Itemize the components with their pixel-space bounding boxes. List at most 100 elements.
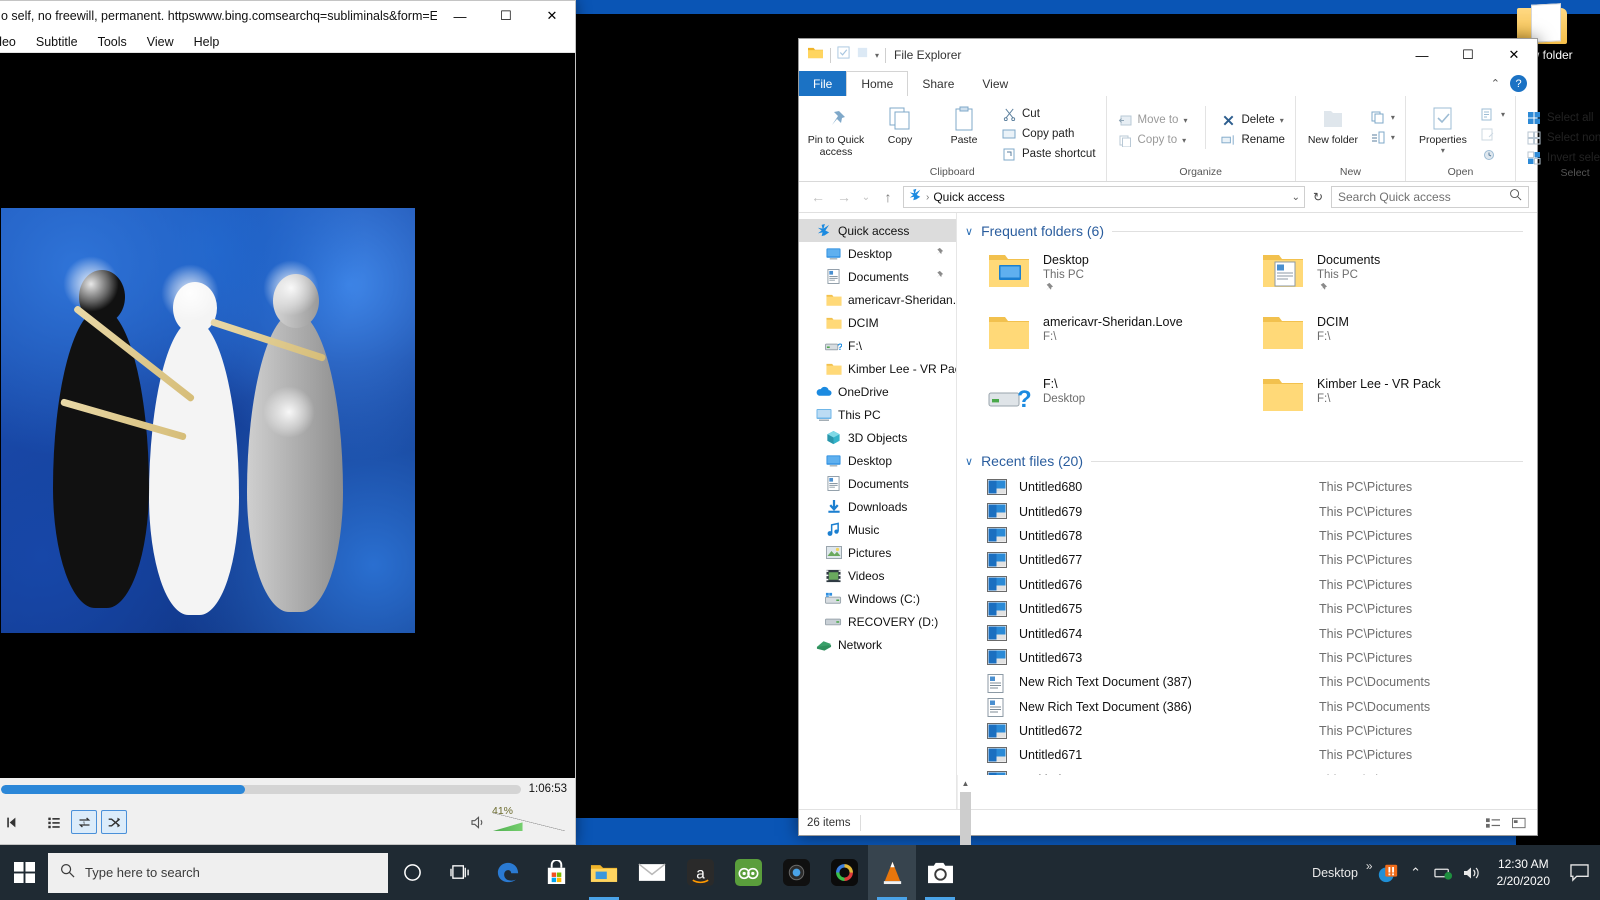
sidebar-item-network[interactable]: Network [799, 633, 956, 656]
ribbon-collapse-button[interactable]: ⌃ [1491, 77, 1500, 90]
recent-file-row[interactable]: Untitled680 This PC\Pictures [957, 475, 1537, 499]
seek-slider[interactable] [1, 784, 521, 794]
properties-chevron-down-icon[interactable]: ▾ [1441, 146, 1445, 155]
qat-dropdown-icon[interactable]: ▾ [875, 51, 879, 60]
explorer-close-button[interactable]: ✕ [1491, 40, 1537, 70]
recent-locations-button[interactable]: ⌄ [859, 186, 873, 208]
frequent-folder-item[interactable]: Documents This PC [1261, 247, 1527, 309]
paste-button[interactable]: Paste [933, 100, 995, 146]
tray-network-icon[interactable] [1431, 845, 1457, 900]
scroll-up-button[interactable]: ▲ [958, 775, 973, 792]
open-with-button[interactable]: ▾ [1476, 105, 1509, 123]
taskbar-color-app[interactable] [820, 845, 868, 900]
recent-file-row[interactable]: Untitled677 This PC\Pictures [957, 548, 1537, 572]
frequent-folder-item[interactable]: Desktop This PC [987, 247, 1253, 309]
file-explorer-window[interactable]: ▾ File Explorer — ☐ ✕ File Home Share Vi… [798, 38, 1600, 900]
tray-desktop-label[interactable]: Desktop [1306, 866, 1364, 880]
system-tray[interactable]: Desktop » ⌃ 12:30 AM 2/20/2020 [1306, 845, 1600, 900]
move-to-button[interactable]: Move to ▾ [1113, 111, 1192, 129]
delete-button[interactable]: Delete ▾ [1216, 111, 1288, 129]
taskbar-vlc[interactable] [868, 845, 916, 900]
sidebar-item-this-pc[interactable]: This PC [799, 403, 956, 426]
easy-access-button[interactable]: ▾ [1366, 128, 1399, 146]
taskbar-edge[interactable] [484, 845, 532, 900]
media-player-maximize-button[interactable]: ☐ [483, 1, 529, 31]
qat-properties-icon[interactable] [837, 46, 850, 64]
address-bar[interactable]: › Quick access ⌄ [903, 186, 1305, 208]
paste-shortcut-button[interactable]: Paste shortcut [997, 145, 1100, 163]
recent-file-row[interactable]: Untitled679 This PC\Pictures [957, 499, 1537, 523]
taskbar-file-explorer[interactable] [580, 845, 628, 900]
open-with-chevron-down-icon[interactable]: ▾ [1501, 110, 1505, 119]
tab-view[interactable]: View [968, 71, 1022, 96]
cortana-button[interactable] [388, 845, 436, 900]
ribbon-tabs[interactable]: File Home Share View ⌃ ? [799, 71, 1537, 96]
history-button[interactable] [1476, 145, 1509, 163]
sidebar-item-windows-c[interactable]: Windows (C:) [799, 587, 956, 610]
copy-path-button[interactable]: Copy path [997, 125, 1100, 143]
player-controls-bar[interactable]: 1 41% [0, 800, 575, 844]
taskbar-camera-app[interactable] [772, 845, 820, 900]
frequent-folders-chevron-down-icon[interactable]: ∨ [965, 225, 973, 238]
select-none-button[interactable]: Select none [1522, 129, 1600, 147]
media-player-window[interactable]: o self, no freewill, permanent. httpswww… [0, 0, 576, 845]
video-surface[interactable] [0, 53, 575, 778]
seek-bar-row[interactable]: 1:06:53 [0, 778, 575, 800]
sidebar-item-downloads[interactable]: Downloads [799, 495, 956, 518]
explorer-titlebar[interactable]: ▾ File Explorer — ☐ ✕ [799, 39, 1537, 71]
task-view-button[interactable] [436, 845, 484, 900]
recent-file-row[interactable]: Untitled674 This PC\Pictures [957, 621, 1537, 645]
playlist-button[interactable] [41, 810, 67, 834]
move-to-chevron-down-icon[interactable]: ▾ [1183, 116, 1187, 125]
recent-file-row[interactable]: Untitled670This PC\Pictures [957, 768, 1537, 775]
media-player-titlebar[interactable]: o self, no freewill, permanent. httpswww… [0, 1, 575, 31]
sidebar-item-onedrive[interactable]: OneDrive [799, 380, 956, 403]
recent-files-chevron-down-icon[interactable]: ∨ [965, 455, 973, 468]
rename-button[interactable]: Rename [1216, 131, 1288, 149]
sidebar-item-desktop[interactable]: Desktop [799, 449, 956, 472]
recent-file-row[interactable]: Untitled676 This PC\Pictures [957, 573, 1537, 597]
sidebar-item-3d-objects[interactable]: 3D Objects [799, 426, 956, 449]
details-view-button[interactable] [1483, 814, 1503, 832]
sidebar-item-documents[interactable]: Documents [799, 265, 956, 288]
new-folder-button[interactable]: New folder [1302, 100, 1364, 146]
sidebar-item-pictures[interactable]: Pictures [799, 541, 956, 564]
menu-video[interactable]: deo [0, 35, 26, 49]
menu-tools[interactable]: Tools [88, 35, 137, 49]
taskbar-search-input[interactable]: Type here to search [48, 852, 388, 893]
sidebar-item-americavr-sheridan[interactable]: americavr-Sheridan. [799, 288, 956, 311]
tray-volume-icon[interactable] [1459, 845, 1485, 900]
recent-file-row[interactable]: Untitled673 This PC\Pictures [957, 646, 1537, 670]
sidebar-item-dcim[interactable]: DCIM [799, 311, 956, 334]
shuffle-button[interactable] [101, 810, 127, 834]
tab-home[interactable]: Home [846, 71, 909, 96]
recent-file-row[interactable]: Untitled675 This PC\Pictures [957, 597, 1537, 621]
action-center-button[interactable] [1562, 845, 1596, 900]
ribbon[interactable]: Pin to Quick access Copy Paste Cut Copy … [799, 96, 1600, 182]
navigation-pane[interactable]: Quick access Desktop Documents americavr-Sh… [799, 213, 957, 809]
select-all-button[interactable]: Select all [1522, 109, 1600, 127]
copy-to-chevron-down-icon[interactable]: ▾ [1182, 136, 1186, 145]
edit-button[interactable] [1476, 125, 1509, 143]
content-pane[interactable]: ∨ Frequent folders (6) Desktop This PC Doc… [957, 213, 1537, 900]
volume-control[interactable]: 41% [469, 805, 565, 831]
copy-button[interactable]: Copy [869, 100, 931, 146]
large-icons-view-button[interactable] [1509, 814, 1529, 832]
volume-slider[interactable] [493, 813, 565, 831]
volume-speaker-icon[interactable] [469, 813, 487, 831]
content-scrollbar[interactable]: ▲ ▼ [957, 775, 973, 900]
tray-overflow-icon[interactable]: » [1366, 859, 1373, 873]
taskbar-mail[interactable] [628, 845, 676, 900]
start-button[interactable] [0, 845, 48, 900]
taskbar[interactable]: Type here to search a Desktop » ⌃ 12:30 … [0, 845, 1600, 900]
menu-subtitle[interactable]: Subtitle [26, 35, 88, 49]
sidebar-item-music[interactable]: Music [799, 518, 956, 541]
recent-files-header[interactable]: ∨ Recent files (20) [957, 439, 1537, 475]
up-button[interactable]: ↑ [877, 186, 899, 208]
sidebar-item-videos[interactable]: Videos [799, 564, 956, 587]
media-player-close-button[interactable]: ✕ [529, 1, 575, 31]
address-dropdown-icon[interactable]: ⌄ [1292, 192, 1300, 203]
taskbar-amazon[interactable]: a [676, 845, 724, 900]
menu-view[interactable]: View [137, 35, 184, 49]
frequent-folder-item[interactable]: DCIM F:\ [1261, 309, 1527, 371]
